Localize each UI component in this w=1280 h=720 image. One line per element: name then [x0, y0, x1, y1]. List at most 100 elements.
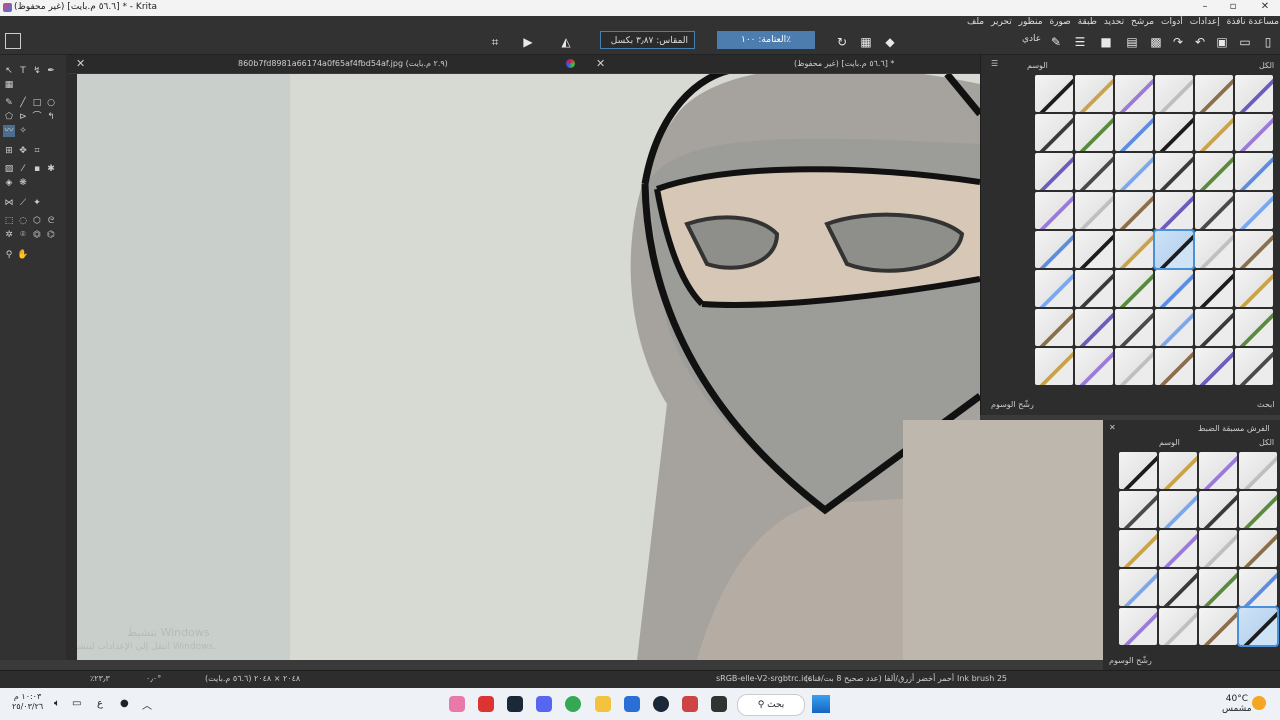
brush-preset-thumbnail[interactable]: [1199, 569, 1237, 606]
ellipse-tool-icon[interactable]: ○: [45, 97, 57, 109]
similar-select-icon[interactable]: ⌾: [17, 229, 29, 241]
brush-preset-thumbnail[interactable]: [1035, 270, 1073, 307]
brush-preset-thumbnail[interactable]: [1195, 114, 1233, 151]
brush-preset-thumbnail[interactable]: [1119, 530, 1157, 567]
brush-preset-thumbnail[interactable]: [1199, 608, 1237, 645]
transform-tool-icon[interactable]: ⊞: [3, 145, 15, 157]
brush-preset-thumbnail[interactable]: [1235, 114, 1273, 151]
brush-preset-thumbnail[interactable]: [1155, 75, 1193, 112]
windows-start-icon[interactable]: [812, 695, 830, 713]
mirror-icon[interactable]: ◭: [558, 34, 574, 50]
workspace-icon[interactable]: [5, 33, 21, 49]
brush-preset-thumbnail[interactable]: [1155, 270, 1193, 307]
menu-item-help[interactable]: مساعدة: [1249, 17, 1279, 27]
discord-taskbar-icon[interactable]: [536, 696, 552, 712]
polyline-tool-icon[interactable]: ⊳: [17, 111, 29, 123]
brush-size-slider[interactable]: المقاس: ٣٫٨٧ بكسل: [600, 31, 695, 49]
brush-preset-thumbnail[interactable]: [1075, 309, 1113, 346]
tab-current-document[interactable]: (غير محفوظ) [٥٦.٦ م.بايت] *: [794, 55, 894, 73]
brush-preset-thumbnail[interactable]: [1115, 270, 1153, 307]
weather-widget[interactable]: 40°C مشمس: [1222, 694, 1252, 714]
brush-preset-thumbnail[interactable]: [1075, 114, 1113, 151]
brush-preset-thumbnail[interactable]: [1119, 608, 1157, 645]
settings-icon[interactable]: ☰: [1072, 34, 1088, 50]
enclose-fill-icon[interactable]: ❋: [17, 177, 29, 189]
rectangle-tool-icon[interactable]: □: [31, 97, 43, 109]
maximize-icon[interactable]: ▫: [1224, 1, 1242, 12]
brush-preset-thumbnail[interactable]: [1119, 452, 1157, 489]
alpha-lock-icon[interactable]: ▦: [858, 34, 874, 50]
brush-preset-thumbnail[interactable]: [1235, 348, 1273, 385]
search-label[interactable]: ابحث: [1257, 400, 1274, 409]
store-taskbar-icon[interactable]: [624, 696, 640, 712]
dynamic-brush-icon[interactable]: 〰: [3, 125, 15, 137]
minimize-icon[interactable]: –: [1196, 1, 1214, 12]
brush-preset-thumbnail[interactable]: [1239, 569, 1277, 606]
menu-item-edit[interactable]: تحرير: [991, 17, 1012, 27]
brush-preset-thumbnail[interactable]: [1235, 309, 1273, 346]
brush-preset-thumbnail[interactable]: [1035, 309, 1073, 346]
assistant-tool-icon[interactable]: ⋈: [3, 197, 15, 209]
volume-icon[interactable]: 🔈︎: [54, 698, 60, 709]
brush-preset-thumbnail[interactable]: [1195, 192, 1233, 229]
ruler-icon[interactable]: ▦: [3, 79, 15, 91]
clock[interactable]: ١٠:٠٣ م ٢٥/٠٣/٢٦: [12, 692, 43, 712]
network-icon[interactable]: ▭: [72, 698, 81, 709]
magnetic-select-icon[interactable]: ⌬: [45, 229, 57, 241]
brush-preset-thumbnail[interactable]: [1035, 153, 1073, 190]
brush-preset-thumbnail[interactable]: [1075, 192, 1113, 229]
brush-preset-thumbnail[interactable]: [1115, 231, 1153, 268]
color-picker-icon[interactable]: ⁄: [17, 163, 29, 175]
eraser-icon[interactable]: ◆: [882, 34, 898, 50]
text-tool-icon[interactable]: T: [17, 65, 29, 77]
brush-preset-thumbnail[interactable]: [1237, 606, 1279, 647]
brush-preset-thumbnail[interactable]: [1155, 192, 1193, 229]
rect-select-icon[interactable]: ⬚: [3, 215, 15, 227]
pattern-icon[interactable]: ▩: [1148, 34, 1164, 50]
brush-preset-thumbnail[interactable]: [1235, 153, 1273, 190]
brush-preset-thumbnail[interactable]: [1235, 75, 1273, 112]
brush-preset-thumbnail[interactable]: [1115, 75, 1153, 112]
filter-tags-checkbox[interactable]: رشّح الوسوم: [991, 400, 1034, 409]
blend-mode-select[interactable]: عادي: [1022, 34, 1041, 44]
canvas[interactable]: تنشيط Windows انتقل إلى الإعدادات لتنشيط…: [77, 74, 980, 660]
menu-item-view[interactable]: منظور: [1019, 17, 1043, 27]
brush-preset-thumbnail[interactable]: [1195, 75, 1233, 112]
reload-icon[interactable]: ↻: [834, 34, 850, 50]
close-icon[interactable]: ✕: [1256, 1, 1274, 12]
brush-preset-icon[interactable]: ✎: [1048, 34, 1064, 50]
fill-tool-icon[interactable]: ◈: [3, 177, 15, 189]
ellipse-select-icon[interactable]: ◌: [17, 215, 29, 227]
brush-preset-thumbnail[interactable]: [1199, 491, 1237, 528]
brush-preset-thumbnail[interactable]: [1195, 348, 1233, 385]
brush-preset-thumbnail[interactable]: [1119, 491, 1157, 528]
brush-preset-thumbnail[interactable]: [1075, 153, 1113, 190]
polygon-tool-icon[interactable]: ⬠: [3, 111, 15, 123]
brush-preset-thumbnail[interactable]: [1199, 530, 1237, 567]
brush-preset-thumbnail[interactable]: [1153, 229, 1195, 270]
brush-preset-thumbnail[interactable]: [1075, 231, 1113, 268]
brush-preset-thumbnail[interactable]: [1155, 348, 1193, 385]
taskbar-search[interactable]: ⚲ بحث: [737, 694, 805, 716]
brush-preset-thumbnail[interactable]: [1155, 309, 1193, 346]
brush-preset-thumbnail[interactable]: [1159, 530, 1197, 567]
pan-tool-icon[interactable]: ✋: [17, 249, 29, 261]
menu-item-file[interactable]: ملف: [967, 17, 984, 27]
menu-item-window[interactable]: نافذة: [1227, 17, 1246, 27]
brush-preset-thumbnail[interactable]: [1035, 75, 1073, 112]
crop-tool-icon[interactable]: ⌗: [31, 145, 43, 157]
undo-icon[interactable]: ↶: [1192, 34, 1208, 50]
edit-shapes-icon[interactable]: ↯: [31, 65, 43, 77]
redo-icon[interactable]: ↷: [1170, 34, 1186, 50]
move-tool-icon[interactable]: ✥: [17, 145, 29, 157]
filter-tags-checkbox[interactable]: رشّح الوسوم: [1109, 656, 1152, 665]
app-taskbar-icon-2[interactable]: [711, 696, 727, 712]
language-indicator[interactable]: ع: [97, 698, 103, 709]
rotation-readout[interactable]: ٠٫٠°: [146, 674, 161, 683]
crop-icon[interactable]: ⌗: [487, 34, 503, 50]
brush-preset-thumbnail[interactable]: [1115, 114, 1153, 151]
brush-preset-thumbnail[interactable]: [1199, 452, 1237, 489]
menu-item-filter[interactable]: مرشح: [1131, 17, 1154, 27]
brush-preset-thumbnail[interactable]: [1239, 452, 1277, 489]
bezier-select-icon[interactable]: ⏣: [31, 229, 43, 241]
